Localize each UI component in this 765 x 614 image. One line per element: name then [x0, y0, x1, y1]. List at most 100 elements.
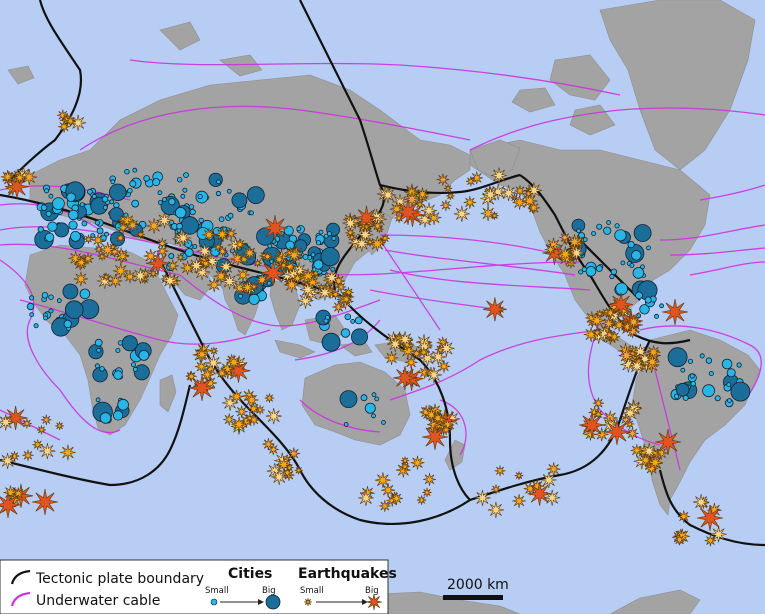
- city-circle-icon: [113, 410, 124, 421]
- city-circle-icon: [174, 206, 187, 219]
- city-circle-icon: [192, 244, 198, 249]
- city-circle-icon: [667, 347, 688, 368]
- earthquake-star-icon: [264, 393, 275, 403]
- city-circle-icon: [208, 172, 223, 187]
- city-circle-icon: [198, 217, 204, 224]
- legend-quakes-small: Small: [300, 586, 324, 596]
- city-circle-icon: [56, 298, 62, 304]
- city-circle-icon: [673, 393, 680, 399]
- city-circle-icon: [699, 353, 705, 359]
- city-circle-icon: [168, 198, 176, 206]
- earthquake-star-icon: [60, 444, 76, 461]
- city-circle-icon: [94, 338, 103, 347]
- earthquake-star-icon: [215, 367, 228, 380]
- city-circle-icon: [576, 228, 581, 234]
- earthquake-star-icon: [644, 354, 660, 370]
- earthquake-star-icon: [482, 186, 499, 203]
- earthquake-star-icon: [480, 205, 496, 222]
- city-circle-icon: [189, 208, 196, 216]
- scale-bar-icon: [443, 595, 503, 600]
- earthquake-star-icon: [661, 298, 689, 326]
- earthquake-star-icon: [604, 306, 617, 319]
- earthquake-star-icon: [36, 425, 47, 435]
- earthquake-star-icon: [0, 170, 15, 184]
- city-circle-icon: [70, 230, 81, 242]
- city-circle-icon: [33, 323, 39, 329]
- city-circle-icon: [216, 179, 221, 185]
- earthquake-star-icon: [143, 248, 158, 264]
- city-circle-icon: [37, 226, 44, 233]
- earthquake-star-icon: [420, 202, 438, 219]
- earthquake-star-icon: [514, 471, 524, 480]
- city-circle-icon: [226, 188, 232, 194]
- city-circle-icon: [133, 364, 150, 381]
- city-circle-icon: [110, 179, 116, 185]
- earthquake-star-icon: [125, 218, 140, 233]
- earthquake-star-icon: [438, 340, 455, 357]
- city-circle-icon: [371, 392, 377, 398]
- earthquake-star-icon: [514, 185, 526, 197]
- earthquake-star-icon: [601, 316, 616, 331]
- earthquake-star-icon: [196, 243, 213, 260]
- earthquake-star-icon: [588, 312, 605, 329]
- earthquake-star-icon: [166, 259, 179, 273]
- city-circle-icon: [705, 357, 713, 364]
- earthquake-star-icon: [404, 191, 420, 208]
- earthquake-star-icon: [262, 437, 275, 451]
- earthquake-star-icon: [378, 500, 391, 512]
- city-circle-icon: [354, 316, 363, 325]
- city-circle-icon: [218, 216, 225, 223]
- earthquake-star-icon: [380, 233, 390, 243]
- city-circle-icon: [180, 193, 186, 199]
- city-circle-icon: [631, 250, 642, 261]
- city-circle-icon: [176, 222, 183, 230]
- earthquake-star-icon: [400, 461, 410, 472]
- earthquake-star-icon: [231, 416, 247, 432]
- earthquake-star-icon: [39, 443, 56, 460]
- earthquake-star-icon: [285, 463, 294, 472]
- earthquake-star-icon: [482, 297, 507, 322]
- earthquake-star-icon: [188, 374, 216, 402]
- earthquake-star-icon: [603, 418, 631, 446]
- earthquake-star-icon: [229, 389, 244, 404]
- city-circle-icon: [63, 319, 72, 328]
- earthquake-star-icon: [234, 238, 246, 251]
- city-circle-icon: [727, 398, 732, 404]
- earthquake-star-icon: [194, 360, 208, 373]
- earthquake-star-icon: [265, 408, 282, 425]
- earthquake-star-icon: [64, 115, 77, 127]
- earthquake-star-icon: [418, 346, 430, 358]
- earthquake-star-icon: [112, 263, 129, 279]
- earthquake-star-icon: [262, 251, 273, 262]
- city-circle-icon: [99, 412, 112, 424]
- city-circle-icon: [266, 280, 272, 286]
- earthquake-star-icon: [255, 405, 265, 415]
- city-circle-icon: [714, 395, 721, 402]
- city-circle-icon: [629, 263, 635, 268]
- earthquake-star-icon: [175, 229, 192, 247]
- city-circle-icon: [96, 347, 101, 353]
- city-circle-icon: [40, 204, 48, 211]
- earthquake-star-icon: [148, 269, 158, 279]
- city-circle-icon: [582, 237, 588, 243]
- earthquake-star-icon: [404, 356, 418, 369]
- city-circle-icon: [323, 318, 329, 324]
- earthquake-star-icon: [176, 253, 186, 262]
- city-circle-icon: [113, 370, 123, 380]
- city-circle-icon: [64, 300, 84, 320]
- city-circle-icon: [143, 175, 150, 182]
- city-circle-icon: [113, 202, 120, 209]
- city-circle-icon: [371, 413, 376, 419]
- city-circle-icon: [157, 200, 163, 205]
- city-circle-icon: [374, 396, 380, 402]
- city-circle-icon: [108, 183, 127, 202]
- city-circle-icon: [644, 296, 652, 304]
- city-circle-icon: [91, 193, 97, 199]
- earthquake-star-icon: [612, 318, 626, 332]
- city-circle-icon: [659, 303, 664, 309]
- earthquake-star-icon: [99, 241, 116, 258]
- city-circle-icon: [343, 421, 349, 427]
- city-circle-icon: [101, 195, 109, 203]
- city-circle-icon: [183, 172, 189, 179]
- city-circle-icon: [227, 212, 234, 219]
